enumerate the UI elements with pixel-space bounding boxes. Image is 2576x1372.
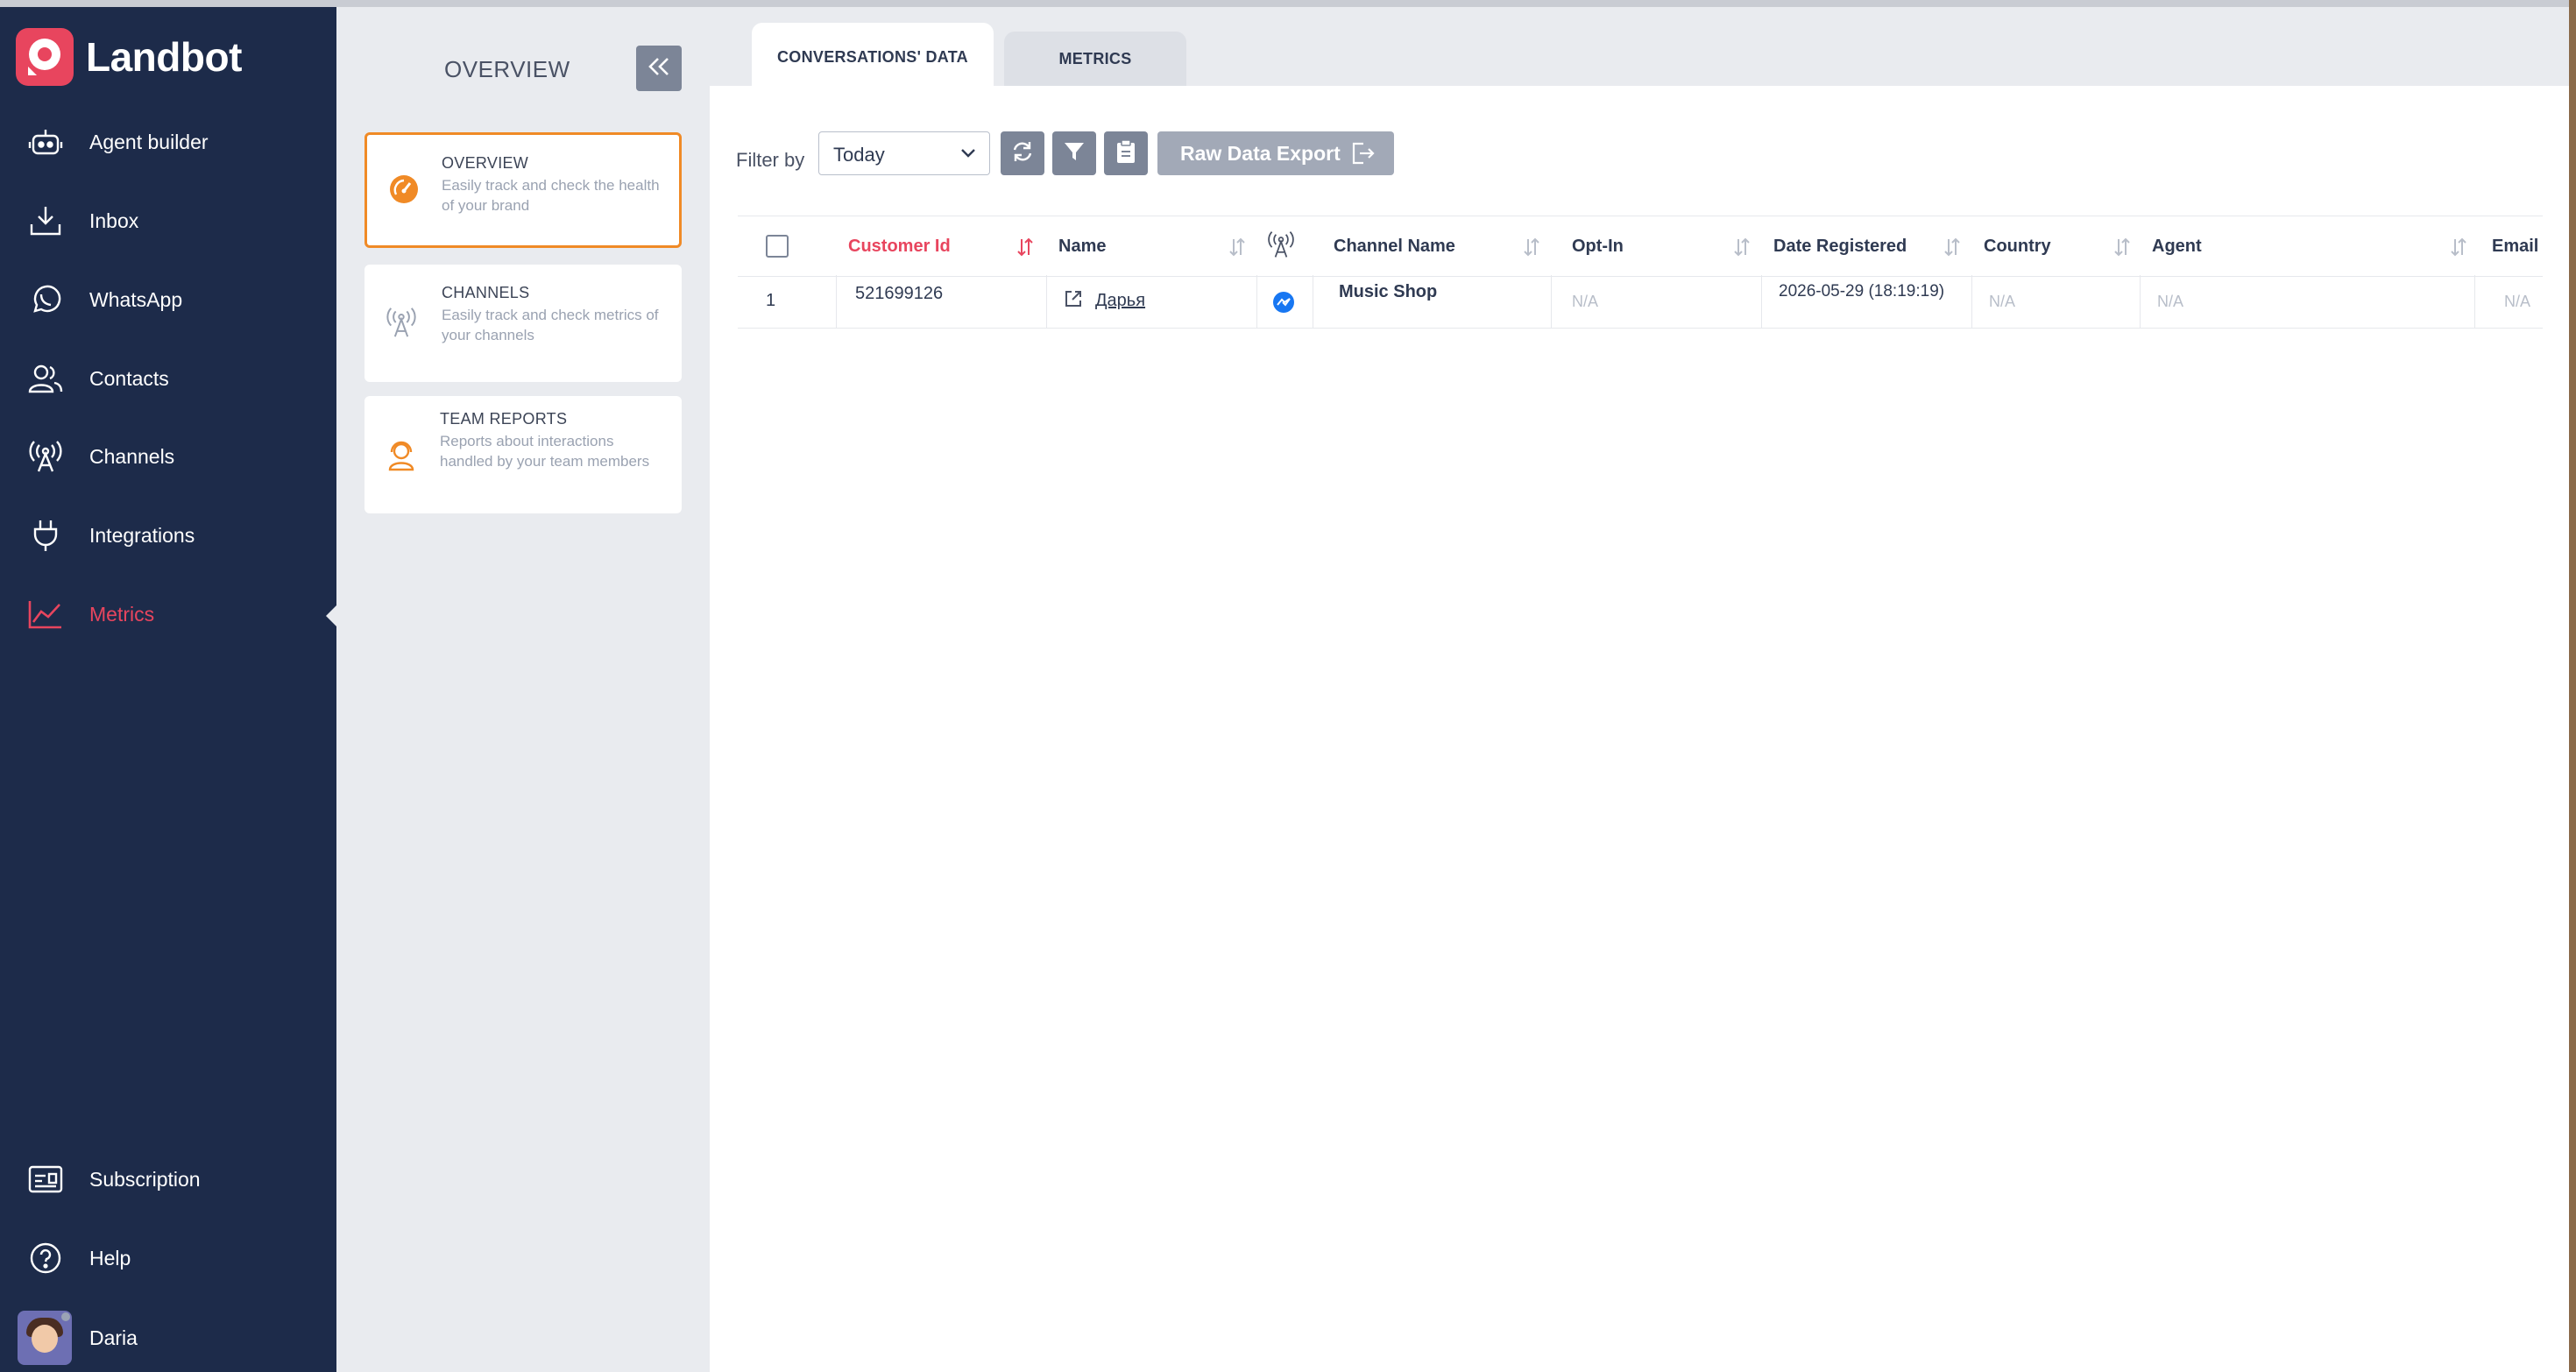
column-header-agent[interactable]: Agent — [2152, 216, 2202, 276]
antenna-icon — [26, 441, 65, 472]
main-area: CONVERSATIONS' DATA METRICS Filter by To… — [710, 7, 2569, 1372]
help-icon — [26, 1242, 65, 1274]
sidebar-item-channels[interactable]: Channels — [0, 428, 336, 484]
user-name: Daria — [89, 1326, 138, 1349]
gauge-icon — [386, 172, 421, 207]
clipboard-button[interactable] — [1104, 131, 1148, 175]
sort-icon[interactable] — [1733, 237, 1751, 261]
tab-metrics[interactable]: METRICS — [1004, 32, 1186, 86]
card-title: OVERVIEW — [442, 154, 529, 172]
export-label: Raw Data Export — [1180, 141, 1341, 165]
select-all-checkbox[interactable] — [766, 235, 789, 258]
chart-line-icon — [26, 598, 65, 630]
brand-name: Landbot — [86, 34, 242, 80]
sidebar-item-help[interactable]: Help — [0, 1230, 336, 1286]
cell-opt-in: N/A — [1572, 293, 1599, 310]
sidebar-item-label: Help — [89, 1246, 131, 1269]
cell-name-link[interactable]: Дарья — [1095, 291, 1145, 343]
card-overview[interactable]: OVERVIEW Easily track and check the heal… — [364, 132, 682, 248]
cell-agent: N/A — [2157, 293, 2184, 310]
double-chevron-left-icon — [647, 56, 671, 81]
window-top-bar — [0, 0, 2576, 7]
collapse-panel-button[interactable] — [636, 46, 682, 91]
card-title: CHANNELS — [442, 284, 530, 301]
sidebar-item-whatsapp[interactable]: WhatsApp — [0, 272, 336, 328]
card-description: Reports about interactions handled by yo… — [440, 433, 650, 470]
sidebar-item-metrics[interactable]: Metrics — [0, 586, 336, 642]
sidebar-item-contacts[interactable]: Contacts — [0, 350, 336, 407]
sidebar-item-inbox[interactable]: Inbox — [0, 193, 336, 249]
column-header-email[interactable]: Email — [2492, 216, 2538, 276]
sort-icon[interactable] — [1523, 237, 1540, 261]
sidebar-item-label: WhatsApp — [89, 287, 183, 311]
external-link-icon[interactable] — [1064, 289, 1083, 313]
sidebar-item-user[interactable]: Daria — [0, 1310, 336, 1366]
sidebar-item-label: Channels — [89, 444, 175, 468]
messenger-icon — [1272, 291, 1295, 318]
sort-icon[interactable] — [1943, 237, 1961, 261]
export-icon — [1351, 142, 1376, 165]
sidebar-item-integrations[interactable]: Integrations — [0, 507, 336, 563]
refresh-icon — [1010, 139, 1035, 168]
sidebar-nav: Landbot Agent builder Inbox WhatsApp Con… — [0, 7, 338, 1372]
sidebar-item-label: Subscription — [89, 1167, 201, 1191]
whatsapp-icon — [26, 284, 65, 315]
inbox-download-icon — [26, 205, 65, 237]
contacts-icon — [26, 363, 65, 394]
channel-type-icon — [1267, 229, 1295, 265]
sort-icon[interactable] — [1228, 237, 1246, 261]
table-header: Customer Id Name Channel Name Opt-In Dat… — [738, 216, 2543, 277]
cell-date-registered: 2026-05-29 (18:19:19) — [1779, 282, 1945, 301]
table-row[interactable]: 1 521699126 Дарья Music Shop N/A 2026-05… — [738, 275, 2543, 329]
card-description: Easily track and check the health of you… — [442, 177, 660, 214]
sidebar-item-agent-builder[interactable]: Agent builder — [0, 114, 336, 170]
cell-email: N/A — [2504, 293, 2531, 310]
tab-conversations-data[interactable]: CONVERSATIONS' DATA — [752, 23, 994, 91]
refresh-button[interactable] — [1001, 131, 1044, 175]
sidebar-item-label: Contacts — [89, 366, 169, 390]
sort-icon[interactable] — [2450, 237, 2467, 261]
raw-data-export-button[interactable]: Raw Data Export — [1157, 131, 1394, 175]
chevron-down-icon — [959, 146, 977, 165]
window-edge — [2569, 0, 2576, 1372]
date-filter-select[interactable]: Today — [818, 131, 990, 175]
sidebar-item-label: Integrations — [89, 523, 195, 547]
date-filter-value: Today — [833, 144, 885, 166]
card-title: TEAM REPORTS — [440, 410, 568, 428]
landbot-logo-icon — [16, 28, 74, 86]
antenna-icon — [384, 305, 419, 340]
metrics-submenu-panel: OVERVIEW OVERVIEW Easily track and check… — [336, 7, 710, 1372]
column-header-country[interactable]: Country — [1984, 216, 2051, 276]
column-header-customer-id[interactable]: Customer Id — [848, 216, 951, 276]
filter-label: Filter by — [736, 149, 805, 171]
column-header-channel-name[interactable]: Channel Name — [1334, 216, 1455, 276]
card-team-reports[interactable]: TEAM REPORTS Reports about interactions … — [364, 396, 682, 513]
cell-channel-name: Music Shop — [1339, 282, 1438, 301]
sort-icon[interactable] — [2113, 237, 2131, 261]
agent-headset-icon — [384, 438, 419, 473]
sidebar-item-label: Inbox — [89, 209, 139, 232]
clipboard-icon — [1115, 138, 1136, 168]
robot-icon — [26, 126, 65, 158]
column-header-name[interactable]: Name — [1058, 216, 1106, 276]
column-header-date-registered[interactable]: Date Registered — [1773, 216, 1907, 276]
sidebar-item-subscription[interactable]: Subscription — [0, 1151, 336, 1207]
cell-country: N/A — [1989, 293, 2016, 310]
cell-customer-id: 521699126 — [855, 284, 944, 303]
brand[interactable]: Landbot — [16, 26, 242, 88]
card-channels[interactable]: CHANNELS Easily track and check metrics … — [364, 265, 682, 382]
sidebar-item-label: Agent builder — [89, 130, 209, 153]
sort-active-icon[interactable] — [1016, 237, 1034, 261]
card-description: Easily track and check metrics of your c… — [442, 307, 659, 343]
sidebar-item-label: Metrics — [89, 602, 155, 626]
tab-content: Filter by Today Raw Data Export Customer… — [710, 86, 2569, 1372]
plug-icon — [26, 520, 65, 551]
column-header-opt-in[interactable]: Opt-In — [1572, 216, 1624, 276]
subscription-icon — [26, 1163, 65, 1195]
funnel-icon — [1063, 140, 1086, 167]
filter-button[interactable] — [1052, 131, 1096, 175]
panel-title: OVERVIEW — [444, 56, 570, 82]
row-index: 1 — [766, 291, 776, 310]
